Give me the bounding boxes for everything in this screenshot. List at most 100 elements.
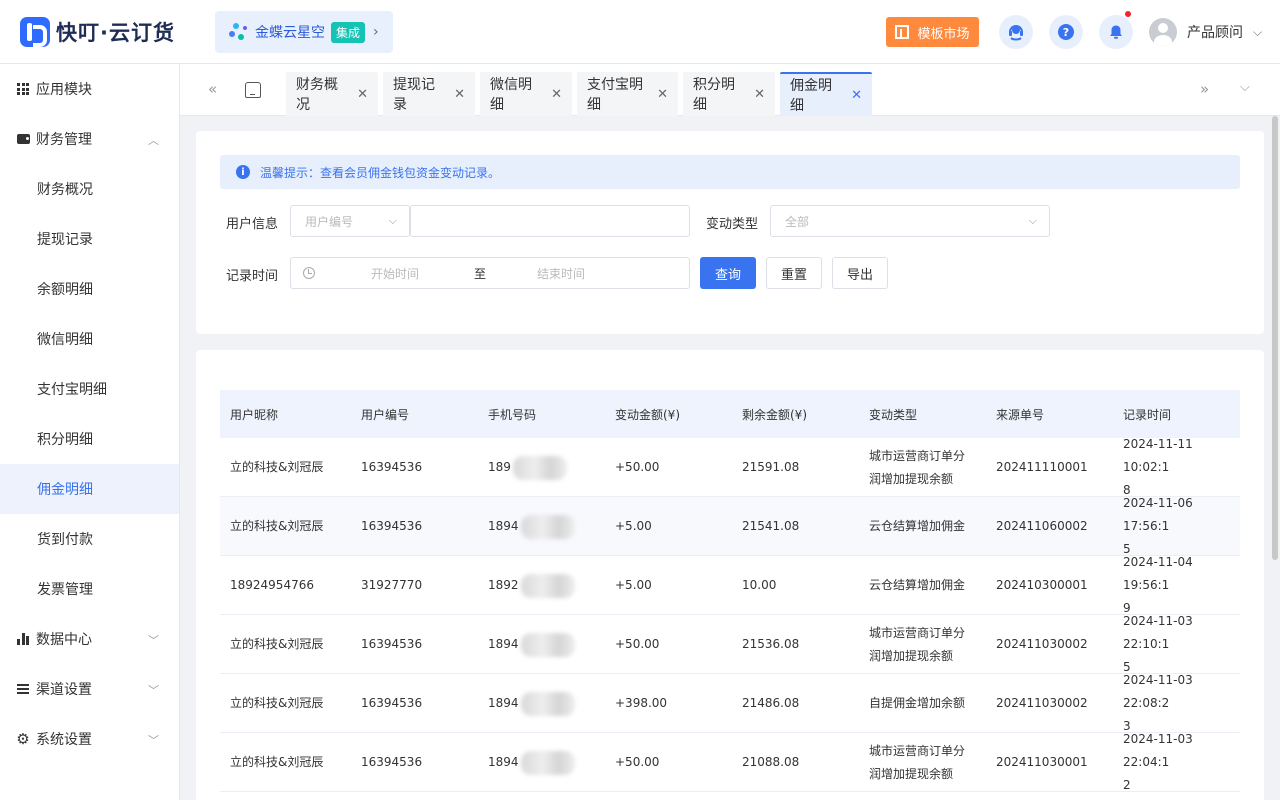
close-icon[interactable]: ✕ [454,87,465,102]
user-info-input[interactable] [410,205,690,237]
column-header: 用户编号 [361,408,410,422]
sidebar-item-cash-on-delivery[interactable]: 货到付款 [0,514,179,564]
template-market-button[interactable]: 模板市场 [886,17,979,47]
sidebar-item-wechat-detail[interactable]: 微信明细 [0,314,179,364]
sidebar-item-alipay-detail[interactable]: 支付宝明细 [0,364,179,414]
sidebar-group-label: 渠道设置 [36,682,92,698]
sidebar-item-commission-detail[interactable]: 佣金明细 [0,464,179,514]
tab-alipay-detail[interactable]: 支付宝明细 ✕ [577,72,678,116]
cell-phone: 1892 [488,556,575,615]
change-type-label: 变动类型 [706,217,759,232]
sidebar-group-apps[interactable]: 应用模块 [0,64,179,114]
cell-type: 云仓结算增加佣金 [869,519,966,533]
cell-change: +5.00 [615,519,652,533]
page-scrollbar[interactable] [1272,116,1278,560]
column-header: 来源单号 [996,408,1045,422]
close-icon[interactable]: ✕ [754,87,765,102]
end-time-input[interactable]: 结束时间 [537,265,585,282]
clock-icon [303,267,315,279]
close-icon[interactable]: ✕ [657,87,668,102]
table-row[interactable]: 18924954766 31927770 1892 +5.00 10.00 云仓… [220,555,1240,615]
cell-remain: 21486.08 [742,696,800,710]
close-icon[interactable]: ✕ [551,87,562,102]
double-chevron-left-icon[interactable]: « [208,80,217,98]
list-icon [16,682,30,696]
cell-remain: 21541.08 [742,519,800,533]
template-icon [895,25,910,39]
app-logo[interactable]: 快叮·云订货 [20,17,175,47]
sidebar-group-label: 应用模块 [36,82,92,98]
cell-user-no: 16394536 [361,696,423,710]
chevron-down-icon[interactable]: ⌵ [1240,80,1250,95]
close-icon[interactable]: ✕ [851,88,862,103]
reset-button[interactable]: 重置 [766,257,822,289]
cell-time: 2024-11-03 22:08:2 3 [1123,673,1193,733]
sidebar-item-withdraw-records[interactable]: 提现记录 [0,214,179,264]
chevron-down-icon: ﹀ [148,684,159,697]
redacted-blur [520,514,575,539]
cell-user-no: 16394536 [361,755,423,769]
table-row[interactable]: 立的科技&刘冠辰 16394536 1894 +50.00 21536.08 城… [220,614,1240,674]
tab-points-detail[interactable]: 积分明细 ✕ [683,72,775,116]
tab-wechat-detail[interactable]: 微信明细 ✕ [480,72,572,116]
notification-button[interactable] [1099,11,1133,49]
sidebar-group-label: 系统设置 [36,732,92,748]
date-range-picker[interactable]: 开始时间 至 结束时间 [290,257,690,289]
customer-service-button[interactable] [999,15,1033,49]
cell-nickname: 立的科技&刘冠辰 [230,519,324,533]
table-row[interactable]: 立的科技&刘冠辰 16394536 1894 +5.00 21541.08 云仓… [220,496,1240,556]
table-row[interactable]: 立的科技&刘冠辰 16394536 1894 +50.00 21088.08 城… [220,732,1240,792]
tab-bar: « 财务概况 ✕ 提现记录 ✕ 微信明细 ✕ 支付宝明细 ✕ 积分明细 ✕ 佣金明细 ✕ »… [180,64,1280,116]
user-info-type-select[interactable]: 用户编号 ⌵ [290,205,410,237]
cell-time: 2024-11-06 17:56:1 5 [1123,496,1193,556]
redacted-blur [520,750,575,775]
sidebar-item-finance-overview[interactable]: 财务概况 [0,164,179,214]
cell-nickname: 立的科技&刘冠辰 [230,637,324,651]
redacted-blur [520,573,575,598]
top-header: 快叮·云订货 金蝶云星空 集成 › 模板市场 ? 产品顾问 ⌵ [0,0,1280,64]
cell-type: 云仓结算增加佣金 [869,578,966,592]
sidebar-group-finance[interactable]: 财务管理 ︿ [0,114,179,164]
user-name: 产品顾问 [1187,25,1243,41]
info-icon: i [236,165,250,179]
sidebar-item-invoice[interactable]: 发票管理 [0,564,179,614]
column-header: 用户昵称 [230,408,279,422]
avatar [1149,18,1177,46]
change-type-select[interactable]: 全部 ⌵ [770,205,1050,237]
cell-user-no: 16394536 [361,460,423,474]
cell-type: 城市运营商订单分 润增加提现余额 [869,743,966,781]
sidebar-group-channel[interactable]: 渠道设置 ﹀ [0,664,179,714]
tab-withdraw-records[interactable]: 提现记录 ✕ [383,72,475,116]
column-header: 变动金额(¥) [615,408,680,422]
sidebar-group-data-center[interactable]: 数据中心 ﹀ [0,614,179,664]
headset-icon [1009,25,1023,41]
cell-nickname: 18924954766 [230,578,314,592]
sidebar-item-points-detail[interactable]: 积分明细 [0,414,179,464]
table-row[interactable]: 立的科技&刘冠辰 16394536 189 +50.00 21591.08 城市… [220,437,1240,497]
help-button[interactable]: ? [1049,15,1083,49]
range-separator: 至 [474,266,487,281]
export-button[interactable]: 导出 [832,257,888,289]
integration-banner[interactable]: 金蝶云星空 集成 › [215,11,393,53]
cell-change: +50.00 [615,460,660,474]
cell-source: 202410300001 [996,578,1088,592]
sidebar-group-label: 财务管理 [36,132,92,148]
cell-source: 202411030002 [996,696,1088,710]
tab-finance-overview[interactable]: 财务概况 ✕ [286,72,378,116]
start-time-input[interactable]: 开始时间 [371,265,419,282]
home-icon[interactable] [245,82,261,98]
integration-badge: 集成 [331,21,366,43]
query-button[interactable]: 查询 [700,257,756,289]
sidebar-item-balance-detail[interactable]: 余额明细 [0,264,179,314]
sidebar-group-system[interactable]: ⚙ 系统设置 ﹀ [0,714,179,764]
cell-change: +398.00 [615,696,668,710]
integration-label: 金蝶云星空 [255,25,325,41]
tab-commission-detail[interactable]: 佣金明细 ✕ [780,72,872,116]
cell-change: +50.00 [615,637,660,651]
double-chevron-right-icon[interactable]: » [1200,80,1209,98]
table-row[interactable]: 立的科技&刘冠辰 16394536 1894 +398.00 21486.08 … [220,673,1240,733]
close-icon[interactable]: ✕ [357,87,368,102]
user-menu[interactable]: 产品顾问 ⌵ [1149,18,1262,46]
cell-source: 202411060002 [996,519,1088,533]
cell-source: 202411030001 [996,755,1088,769]
